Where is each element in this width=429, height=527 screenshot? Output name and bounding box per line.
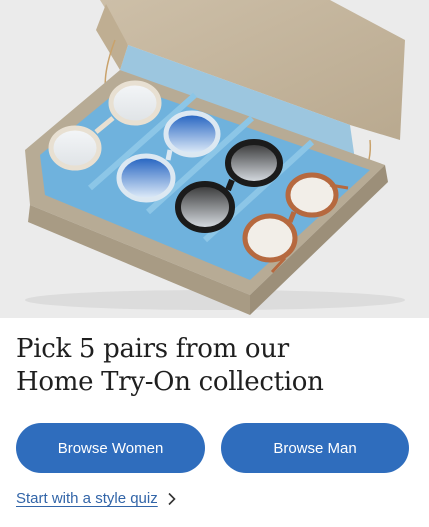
- page-title-line-1: Pick 5 pairs from our: [16, 334, 289, 364]
- chevron-right-icon: [167, 492, 176, 506]
- page-title-line-2: Home Try-On collection: [16, 367, 324, 397]
- style-quiz-link-label: Start with a style quiz: [16, 490, 158, 507]
- hero-image: [0, 0, 429, 318]
- style-quiz-link[interactable]: Start with a style quiz: [16, 490, 176, 507]
- page-title: Pick 5 pairs from our Home Try-On collec…: [16, 333, 416, 399]
- browse-women-button[interactable]: Browse Women: [16, 423, 205, 473]
- browse-man-button[interactable]: Browse Man: [221, 423, 409, 473]
- glasses-box-icon: [25, 0, 405, 315]
